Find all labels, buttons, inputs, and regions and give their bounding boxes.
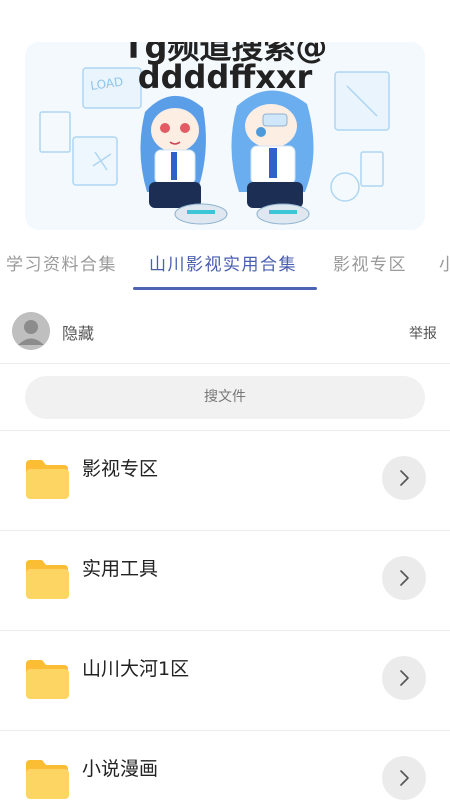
active-tab-indicator <box>133 287 317 290</box>
open-folder-button[interactable] <box>382 456 426 500</box>
list-item[interactable]: 小说漫画 <box>0 731 450 800</box>
folder-label: 山川大河1区 <box>82 658 190 680</box>
list-item[interactable]: 山川大河1区 <box>0 631 450 731</box>
tab-study-materials[interactable]: 学习资料合集 <box>6 250 117 275</box>
user-silhouette-icon <box>12 312 50 350</box>
avatar[interactable] <box>12 312 50 350</box>
page: LOAD Tg频道搜索@ ddddffxxr 学习资料合集 山川影视实用合集 影… <box>0 0 450 800</box>
folder-icon <box>26 560 69 599</box>
list-item[interactable]: 影视专区 <box>0 431 450 531</box>
tab-shanchuan-collection[interactable]: 山川影视实用合集 <box>149 250 297 275</box>
search-bar: 搜文件 <box>0 364 450 431</box>
folder-icon <box>26 660 69 699</box>
folder-label: 实用工具 <box>82 558 159 580</box>
report-button[interactable]: 举报 <box>409 323 437 343</box>
folder-icon <box>26 460 69 499</box>
chevron-right-icon <box>400 570 409 586</box>
tab-film-zone[interactable]: 影视专区 <box>333 250 407 275</box>
banner-image[interactable]: LOAD Tg频道搜索@ ddddffxxr <box>25 42 425 230</box>
chevron-right-icon <box>400 470 409 486</box>
chevron-right-icon <box>400 770 409 786</box>
folder-label: 影视专区 <box>82 458 159 480</box>
search-input[interactable]: 搜文件 <box>25 376 425 419</box>
folder-label: 小说漫画 <box>82 758 159 780</box>
tab-more[interactable]: 小 <box>439 250 450 275</box>
open-folder-button[interactable] <box>382 756 426 800</box>
open-folder-button[interactable] <box>382 656 426 700</box>
category-tabs: 学习资料合集 山川影视实用合集 影视专区 小 <box>0 242 450 290</box>
owner-name: 隐藏 <box>62 324 95 343</box>
folder-list: 影视专区 实用工具 山川大河1区 小说漫画 <box>0 431 450 800</box>
chevron-right-icon <box>400 670 409 686</box>
banner-title-line2: ddddffxxr <box>138 58 313 96</box>
folder-icon <box>26 760 69 799</box>
list-item[interactable]: 实用工具 <box>0 531 450 631</box>
open-folder-button[interactable] <box>382 556 426 600</box>
owner-row: 隐藏 举报 <box>0 306 450 364</box>
banner-illustration: LOAD Tg频道搜索@ ddddffxxr <box>25 42 425 230</box>
